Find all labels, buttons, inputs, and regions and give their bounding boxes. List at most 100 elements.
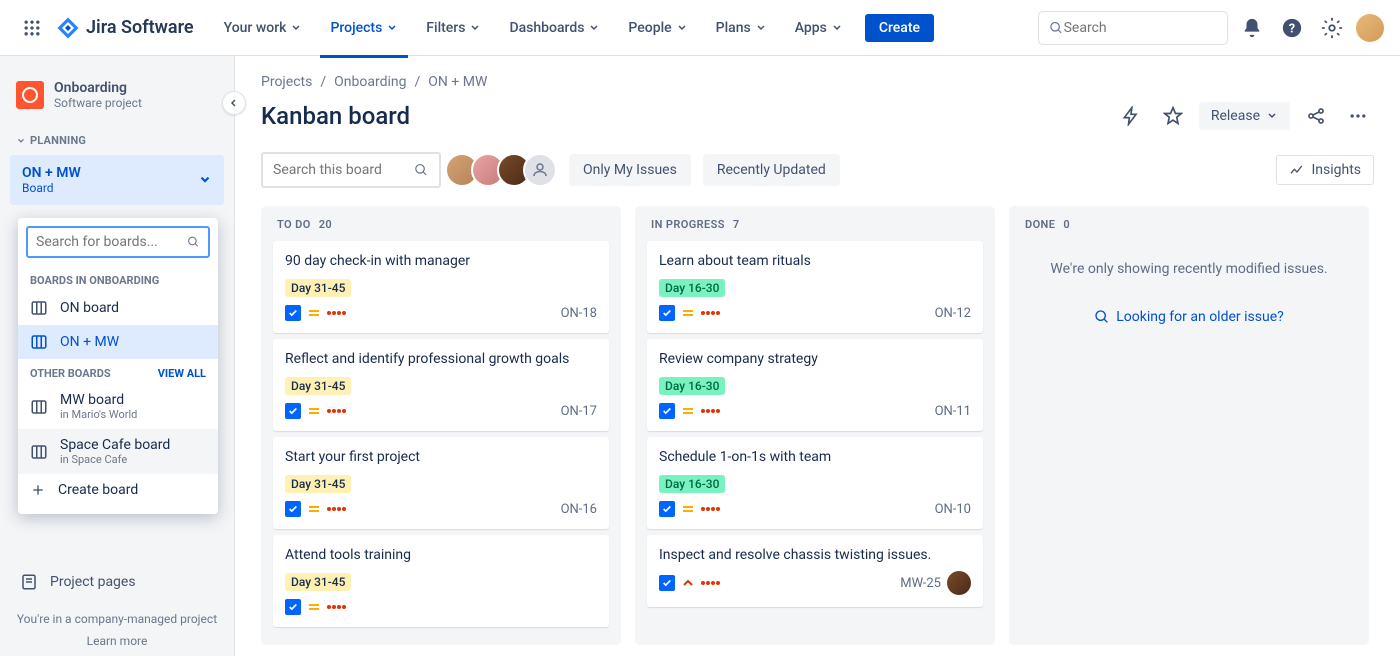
board-search[interactable] [261, 152, 441, 188]
kanban-card[interactable]: Attend tools training Day 31-45 [273, 535, 609, 627]
card-title: Schedule 1-on-1s with team [659, 449, 971, 465]
card-title: Reflect and identify professional growth… [285, 351, 597, 367]
nav-label: People [628, 20, 671, 36]
task-type-icon [285, 501, 301, 517]
card-tag: Day 16-30 [659, 377, 725, 395]
chevron-down-icon [16, 136, 26, 146]
board-option-on-mw[interactable]: ON + MW [18, 325, 218, 359]
board-option-label: MW board [60, 392, 137, 408]
top-nav: Jira Software Your work Projects Filters… [0, 0, 1400, 56]
card-title: Inspect and resolve chassis twisting iss… [659, 547, 971, 563]
board-option-label: ON + MW [60, 334, 119, 350]
project-type: Software project [54, 96, 142, 110]
settings-icon[interactable] [1316, 12, 1348, 44]
automation-icon[interactable] [1115, 100, 1147, 132]
breadcrumb-projects[interactable]: Projects [261, 74, 312, 90]
story-points-icon [701, 409, 720, 413]
create-board-button[interactable]: Create board [18, 474, 218, 506]
board-option-label: ON board [60, 300, 119, 316]
story-points-icon [327, 507, 346, 511]
card-assignee-avatar[interactable] [947, 571, 971, 595]
column-done: DONE 0 We're only showing recently modif… [1009, 206, 1369, 645]
board-option-space-cafe[interactable]: Space Cafe board in Space Cafe [18, 429, 218, 474]
board-icon [30, 398, 48, 416]
board-search-input[interactable] [273, 162, 414, 178]
nav-projects[interactable]: Projects [320, 14, 408, 42]
sidebar-footer-text: You're in a company-managed project [0, 612, 234, 626]
sidebar-project-pages[interactable]: Project pages [10, 565, 224, 599]
column-count: 0 [1063, 218, 1070, 231]
board-option-mw-board[interactable]: MW board in Mario's World [18, 384, 218, 429]
nav-people[interactable]: People [618, 14, 697, 42]
story-points-icon [701, 311, 720, 315]
user-avatar[interactable] [1356, 14, 1384, 42]
nav-label: Dashboards [509, 20, 584, 36]
breadcrumb-onboarding[interactable]: Onboarding [334, 74, 406, 90]
kanban-card[interactable]: Schedule 1-on-1s with team Day 16-30 ON-… [647, 437, 983, 529]
create-button[interactable]: Create [865, 14, 934, 42]
release-button[interactable]: Release [1199, 102, 1290, 130]
insights-button[interactable]: Insights [1276, 155, 1374, 185]
learn-more-link[interactable]: Learn more [0, 634, 234, 648]
card-tag: Day 16-30 [659, 279, 725, 297]
column-name: DONE [1025, 218, 1055, 231]
nav-label: Your work [224, 20, 287, 36]
nav-filters[interactable]: Filters [416, 14, 491, 42]
svg-text:?: ? [1289, 21, 1295, 36]
kanban-card[interactable]: Inspect and resolve chassis twisting iss… [647, 535, 983, 607]
app-switcher-icon[interactable] [16, 12, 48, 44]
sidebar-section-planning[interactable]: PLANNING [10, 128, 224, 153]
task-type-icon [285, 599, 301, 615]
priority-icon [681, 404, 695, 418]
dropdown-group-label: OTHER BOARDS [30, 367, 111, 380]
card-title: Start your first project [285, 449, 597, 465]
view-all-link[interactable]: VIEW ALL [158, 367, 206, 380]
card-key: ON-17 [561, 404, 597, 419]
kanban-card[interactable]: Review company strategy Day 16-30 ON-11 [647, 339, 983, 431]
nav-your-work[interactable]: Your work [214, 14, 313, 42]
project-icon [16, 81, 44, 109]
nav-dashboards[interactable]: Dashboards [499, 14, 610, 42]
task-type-icon [659, 403, 675, 419]
dropdown-group-label: BOARDS IN ONBOARDING [18, 266, 218, 291]
card-tag: Day 31-45 [285, 377, 351, 395]
breadcrumb-board[interactable]: ON + MW [428, 74, 487, 90]
board-icon [30, 299, 48, 317]
title-actions: Release [1115, 100, 1374, 132]
global-search-input[interactable] [1064, 20, 1217, 36]
kanban-card[interactable]: 90 day check-in with manager Day 31-45 O… [273, 241, 609, 333]
more-icon[interactable] [1342, 100, 1374, 132]
search-icon [1049, 20, 1064, 36]
story-points-icon [327, 605, 346, 609]
filter-recently-updated[interactable]: Recently Updated [703, 154, 840, 186]
global-search[interactable] [1038, 11, 1228, 45]
assignee-filter-avatars [453, 153, 557, 187]
add-people-button[interactable] [523, 153, 557, 187]
board-selector-name: ON + MW [22, 165, 81, 181]
notifications-icon[interactable] [1236, 12, 1268, 44]
nav-plans[interactable]: Plans [706, 14, 777, 42]
card-key: ON-12 [935, 306, 971, 321]
board-option-on-board[interactable]: ON board [18, 291, 218, 325]
nav-apps[interactable]: Apps [785, 14, 853, 42]
card-title: Learn about team rituals [659, 253, 971, 269]
older-issue-link[interactable]: Looking for an older issue? [1021, 309, 1357, 325]
column-name: IN PROGRESS [651, 218, 725, 231]
share-icon[interactable] [1300, 100, 1332, 132]
task-type-icon [659, 501, 675, 517]
card-tag: Day 31-45 [285, 475, 351, 493]
board-dropdown-search-input[interactable] [36, 234, 187, 250]
star-icon[interactable] [1157, 100, 1189, 132]
card-title: Attend tools training [285, 547, 597, 563]
jira-logo[interactable]: Jira Software [56, 16, 194, 40]
kanban-card[interactable]: Reflect and identify professional growth… [273, 339, 609, 431]
kanban-card[interactable]: Learn about team rituals Day 16-30 ON-12 [647, 241, 983, 333]
help-icon[interactable]: ? [1276, 12, 1308, 44]
board-selector[interactable]: ON + MW Board [10, 155, 224, 205]
project-header: Onboarding Software project [10, 76, 224, 128]
board-dropdown-search[interactable] [26, 226, 210, 258]
kanban-card[interactable]: Start your first project Day 31-45 ON-16 [273, 437, 609, 529]
pages-icon [20, 573, 38, 591]
filter-only-my-issues[interactable]: Only My Issues [569, 154, 691, 186]
task-type-icon [285, 403, 301, 419]
